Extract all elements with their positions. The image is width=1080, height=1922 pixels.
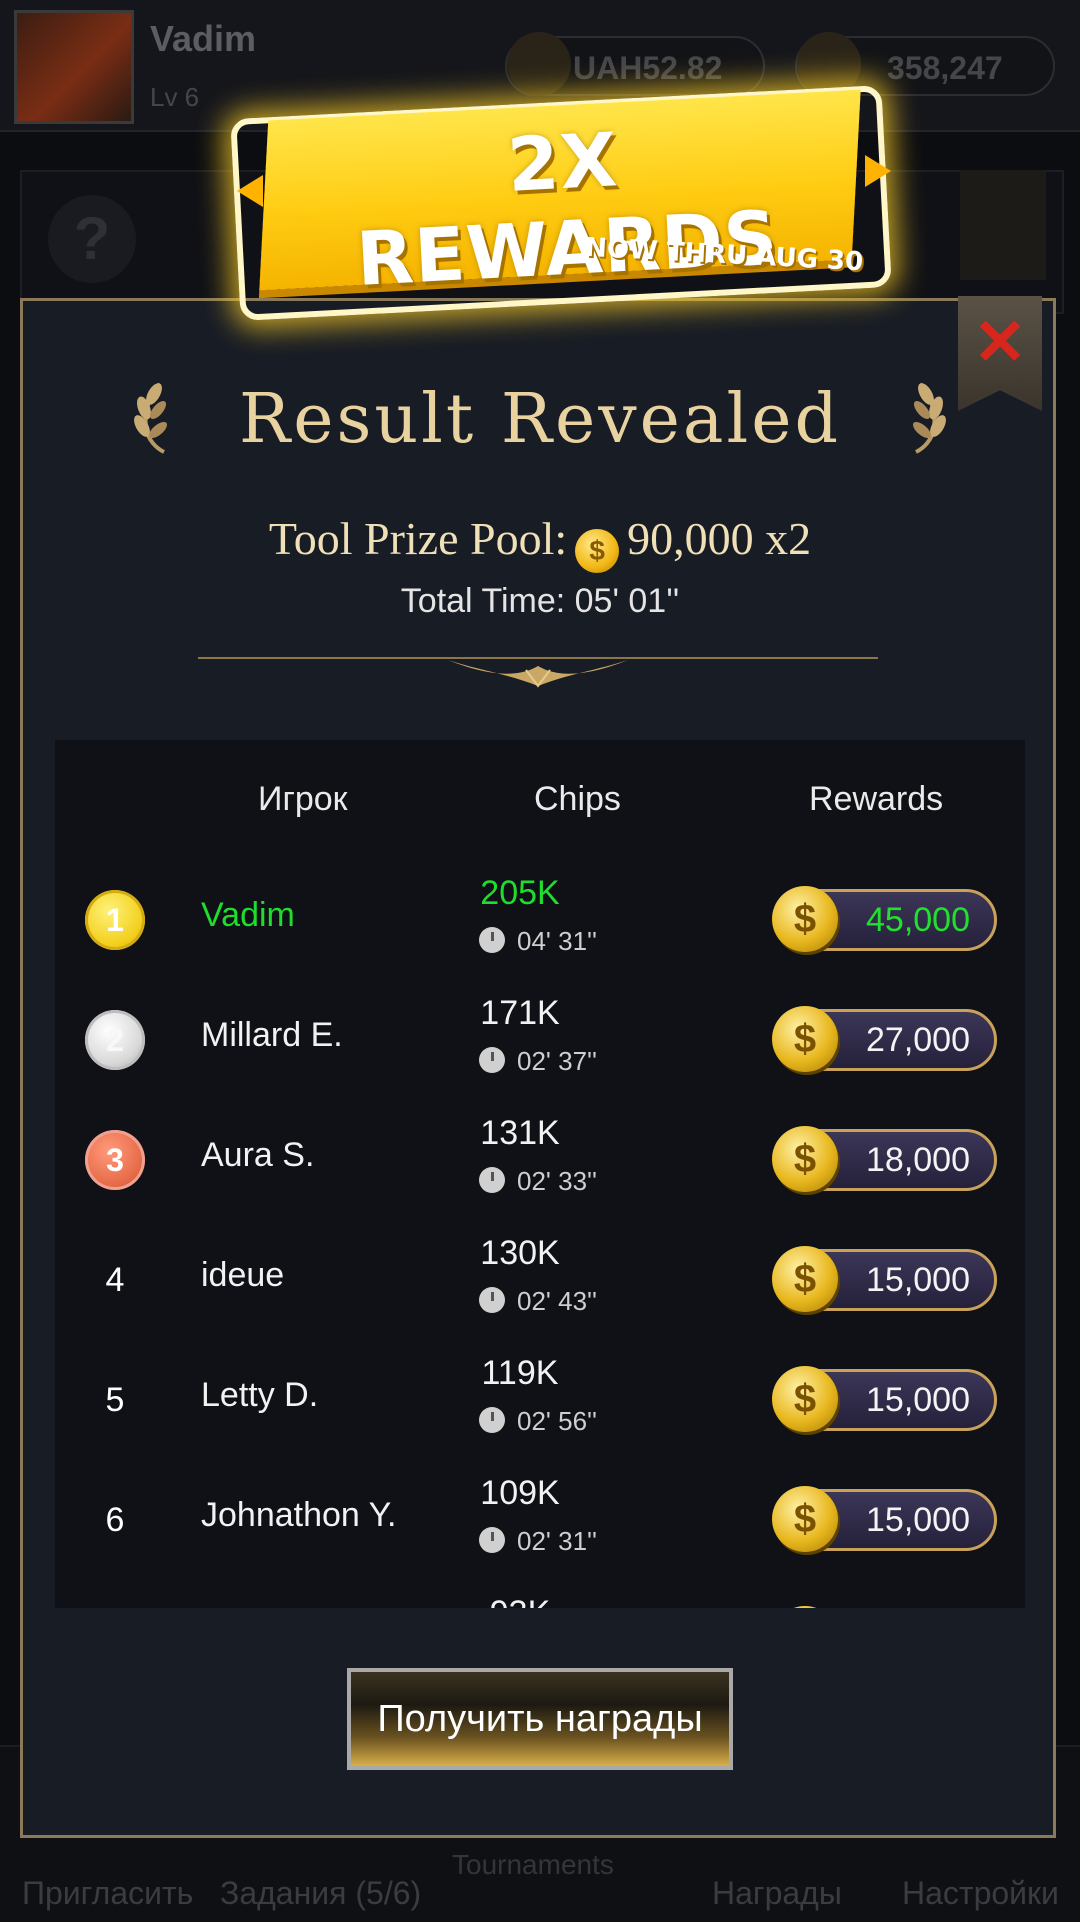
time-value: 02' 37'' <box>479 1046 597 1077</box>
chips-value: 205K <box>480 874 560 912</box>
nav-tournaments[interactable]: Tournaments <box>452 1849 614 1881</box>
clock-icon <box>479 927 505 953</box>
player-name: Johnathon Y. <box>201 1496 397 1534</box>
user-name: Vadim <box>150 18 257 59</box>
leaderboard-table[interactable]: Игрок Chips Rewards 1 Vadim 205K 04' 31'… <box>55 740 1025 1608</box>
rank-number: 5 <box>105 1381 125 1419</box>
player-name: Aura S. <box>201 1136 315 1174</box>
coin-icon: $ <box>772 1006 838 1072</box>
reward-value: 15,000 <box>866 1501 970 1539</box>
coin-value: 358,247 <box>887 50 1003 86</box>
total-time: Total Time: 05' 01'' <box>400 582 680 620</box>
close-icon: ✕ <box>973 306 1027 378</box>
reward-value: 15,000 <box>866 1261 970 1299</box>
time-text: 02' 43'' <box>517 1286 597 1316</box>
rank-medal-icon: 2 <box>85 1010 145 1070</box>
time-value: 02' 56'' <box>479 1406 597 1437</box>
chips-value: 119K <box>481 1354 559 1392</box>
rank-number: 6 <box>105 1501 125 1539</box>
time-text: 02' 56'' <box>517 1406 597 1436</box>
dialog-title: Result Revealed <box>239 380 841 459</box>
time-value: 04' 31'' <box>479 926 597 957</box>
clock-icon <box>479 1527 505 1553</box>
coin-icon: $ <box>772 886 838 952</box>
claim-rewards-button[interactable]: Получить награды <box>347 1668 733 1770</box>
close-button[interactable]: ✕ <box>958 296 1042 411</box>
user-level: Lv 6 <box>150 82 200 112</box>
banner-ribbon-right <box>865 155 891 187</box>
reward-pill: $15,000 <box>772 1486 997 1552</box>
reward-value: 27,000 <box>866 1021 970 1059</box>
chips-value: 130K <box>480 1234 560 1272</box>
rank-number: 4 <box>105 1261 125 1299</box>
banner-title: 2X REWARDS <box>354 117 781 303</box>
help-icon[interactable]: ? <box>48 195 136 283</box>
rank-medal-icon: 3 <box>85 1130 145 1190</box>
table-row: 2 Millard E. 171K 02' 37'' $27,000 <box>55 980 1025 1100</box>
coin-icon: $ <box>772 1126 838 1192</box>
time-value: 02' 43'' <box>479 1286 597 1317</box>
reward-pill: $18,000 <box>772 1126 997 1192</box>
banner-ribbon-left <box>237 175 263 207</box>
time-value: 02' 31'' <box>479 1526 597 1557</box>
reward-pill: $27,000 <box>772 1006 997 1072</box>
table-row: 5 Letty D. 119K 02' 56'' $15,000 <box>55 1340 1025 1460</box>
table-row: 93K $ <box>55 1580 1025 1608</box>
nav-rewards[interactable]: Награды <box>712 1875 842 1912</box>
reward-value: 45,000 <box>866 901 970 939</box>
coin-icon: $ <box>575 529 620 573</box>
player-name: Vadim <box>201 896 295 934</box>
prize-pool: Tool Prize Pool: $90,000 x2 <box>0 512 1080 573</box>
table-row: 6 Johnathon Y. 109K 02' 31'' $15,000 <box>55 1460 1025 1580</box>
nav-invite[interactable]: Пригласить <box>22 1875 193 1912</box>
player-name: Millard E. <box>201 1016 343 1054</box>
ornament-divider <box>198 657 878 688</box>
coin-icon: $ <box>772 1246 838 1312</box>
chips-value: 109K <box>480 1474 560 1512</box>
reward-pill: $15,000 <box>772 1246 997 1312</box>
promo-banner[interactable]: 2X REWARDS NOW THRU AUG 30 <box>225 80 895 321</box>
clock-icon <box>479 1167 505 1193</box>
prize-value: 90,000 x2 <box>627 513 812 564</box>
table-row: 3 Aura S. 131K 02' 33'' $18,000 <box>55 1100 1025 1220</box>
column-header-chips: Chips <box>534 780 621 818</box>
reward-pill: $45,000 <box>772 886 997 952</box>
coin-icon: $ <box>772 1486 838 1552</box>
reward-value: 15,000 <box>866 1381 970 1419</box>
clock-icon <box>479 1047 505 1073</box>
time-text: 02' 33'' <box>517 1166 597 1196</box>
nav-tasks[interactable]: Задания (5/6) <box>220 1875 421 1912</box>
avatar[interactable] <box>14 10 134 124</box>
column-header-rewards: Rewards <box>809 780 944 818</box>
player-name: ideue <box>201 1256 285 1294</box>
time-text: 02' 37'' <box>517 1046 597 1076</box>
clock-icon <box>479 1287 505 1313</box>
table-row: 1 Vadim 205K 04' 31'' $45,000 <box>55 860 1025 980</box>
player-name: Letty D. <box>201 1376 319 1414</box>
panel-bookmark <box>960 170 1046 280</box>
chips-value: 171K <box>480 994 560 1032</box>
time-text: 02' 31'' <box>517 1526 597 1556</box>
chips-value: 131K <box>480 1114 560 1152</box>
table-row: 4 ideue 130K 02' 43'' $15,000 <box>55 1220 1025 1340</box>
coin-icon: $ <box>772 1366 838 1432</box>
column-header-player: Игрок <box>258 780 348 818</box>
time-value: 02' 33'' <box>479 1166 597 1197</box>
time-text: 04' 31'' <box>517 926 597 956</box>
chips-value: 93K <box>405 1594 635 1608</box>
rank-medal-icon: 1 <box>85 890 145 950</box>
prize-label: Tool Prize Pool: <box>268 513 568 564</box>
reward-pill: $15,000 <box>772 1366 997 1432</box>
clock-icon <box>479 1407 505 1433</box>
coin-icon: $ <box>772 1606 838 1608</box>
nav-settings[interactable]: Настройки <box>902 1875 1059 1912</box>
reward-value: 18,000 <box>866 1141 970 1179</box>
